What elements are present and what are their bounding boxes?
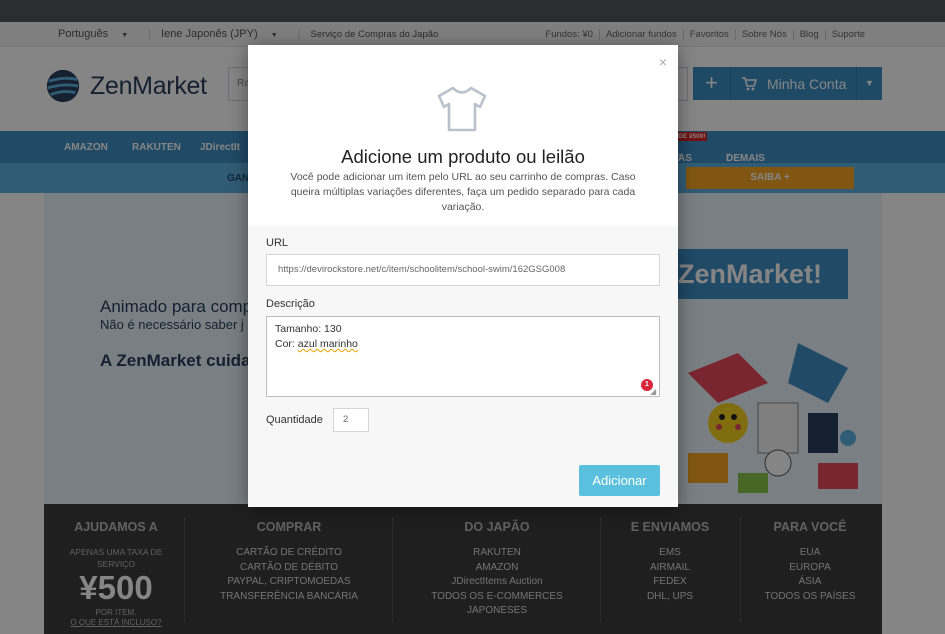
url-input[interactable]: https://devirockstore.net/c/item/schooli… [266,254,660,286]
quantity-label: Quantidade [266,414,323,426]
tshirt-icon [437,86,487,132]
close-icon[interactable]: × [659,54,667,70]
description-textarea[interactable]: Tamanho: 130 Cor: azul marinho [266,316,660,397]
add-product-form: URL https://devirockstore.net/c/item/sch… [248,226,678,507]
resize-handle-icon[interactable]: ◢ [650,387,656,396]
description-line: Tamanho: 130 [275,323,342,335]
os-title-bar [0,0,945,22]
description-line: Cor: azul marinho [275,337,651,352]
url-label: URL [266,237,289,249]
description-line-prefix: Cor: [275,338,298,350]
spellcheck-underlined-text: azul marinho [297,338,358,350]
add-product-modal: × Adicione um produto ou leilão Você pod… [248,45,678,507]
description-label: Descrição [266,298,315,310]
quantity-input[interactable]: 2 [333,408,369,432]
modal-description: Você pode adicionar um item pelo URL ao … [290,171,636,213]
add-button[interactable]: Adicionar [579,465,660,496]
modal-title: Adicione um produto ou leilão [341,146,585,167]
